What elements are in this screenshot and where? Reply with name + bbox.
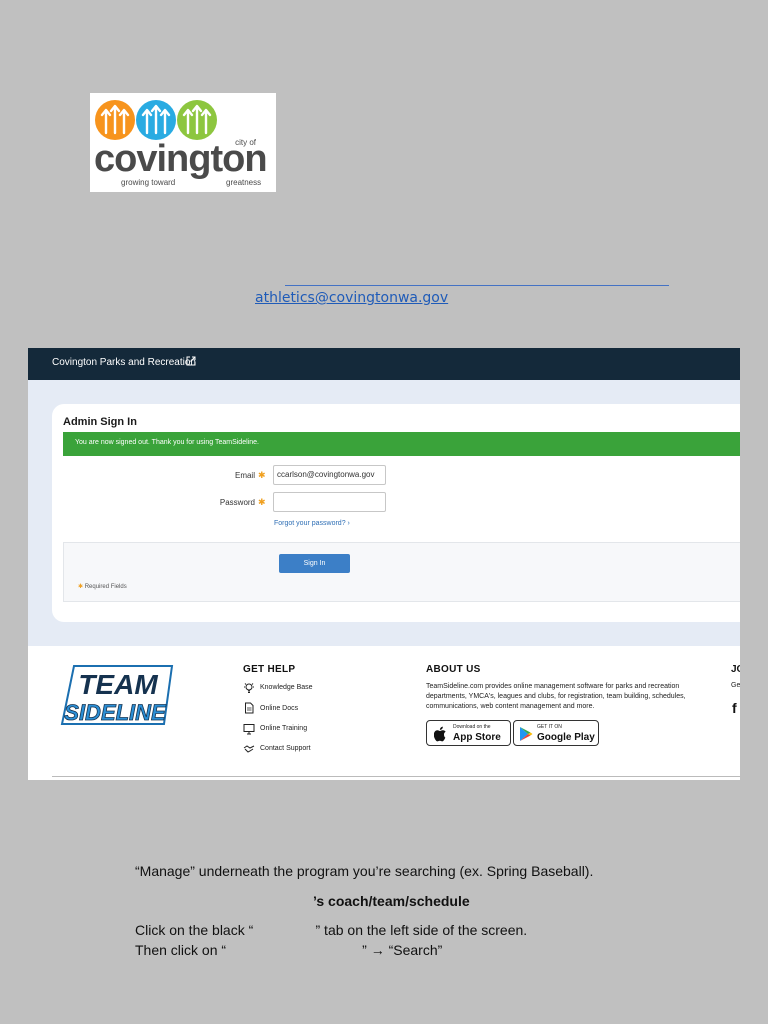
email-required-star: ✱ (258, 470, 266, 480)
third-column-heading: JO (731, 664, 740, 675)
logo-arrow-circles (95, 100, 217, 140)
sign-in-card: Admin Sign In You are now signed out. Th… (52, 404, 740, 622)
site-footer: TEAM SIDELINE GET HELP Knowledge Base On… (28, 646, 740, 780)
email-label: Email (234, 471, 255, 480)
about-us-heading: ABOUT US (426, 664, 481, 675)
footer-divider (52, 776, 740, 777)
email-field[interactable]: ccarlson@covingtonwa.gov (273, 465, 386, 485)
card-title: Admin Sign In (63, 416, 137, 428)
password-required-star: ✱ (258, 497, 266, 507)
logo-tagline-left: growing toward (121, 178, 176, 187)
hyperlink-underline (285, 285, 669, 286)
instruction-line-1: “Manage” underneath the program you’re s… (135, 863, 594, 879)
help-contact-support[interactable]: Contact Support (260, 745, 311, 752)
covington-logo: covington city of growing toward greatne… (90, 93, 276, 192)
brand-line2: SIDELINE (64, 700, 167, 725)
instruction-heading: ’s coach/team/schedule (313, 893, 470, 909)
help-knowledge-base[interactable]: Knowledge Base (260, 684, 313, 691)
instruction-line-4: Then click on “ ” → “Search” (135, 942, 443, 958)
about-us-text: TeamSideline.com provides online managem… (426, 683, 686, 710)
required-star: ✱ (78, 584, 84, 590)
sign-in-button[interactable]: Sign In (279, 554, 350, 573)
brand-line1: TEAM (78, 669, 158, 700)
monitor-icon (243, 724, 255, 735)
app-store-small: Download on the (453, 724, 491, 730)
document-icon (245, 702, 254, 714)
help-online-docs[interactable]: Online Docs (260, 705, 298, 712)
lightbulb-icon (244, 683, 254, 693)
required-fields-text: Required Fields (84, 584, 127, 590)
google-play-big: Google Play (537, 732, 595, 743)
password-label: Password (219, 498, 255, 507)
google-play-badge[interactable]: GET IT ON Google Play (513, 720, 599, 746)
third-column-text: Ge (731, 682, 740, 689)
help-online-training[interactable]: Online Training (260, 725, 307, 732)
facebook-icon[interactable]: f (732, 700, 737, 716)
site-name-link[interactable]: Covington Parks and Recreation (52, 357, 196, 368)
signed-out-alert: You are now signed out. Thank you for us… (63, 432, 740, 456)
external-link-icon[interactable] (186, 356, 196, 366)
apple-icon (434, 726, 446, 742)
app-store-badge[interactable]: Download on the App Store (426, 720, 511, 746)
instruction-line-3: Click on the black “ ” tab on the left s… (135, 922, 528, 938)
password-field[interactable] (273, 492, 386, 512)
contact-email-link[interactable]: athletics@covingtonwa.gov (255, 290, 448, 306)
logo-tagline-right: greatness (226, 178, 262, 187)
google-play-small: GET IT ON (537, 724, 562, 730)
support-handshake-icon (243, 745, 255, 753)
logo-city-of: city of (235, 138, 256, 147)
teamsideline-logo[interactable]: TEAM SIDELINE (60, 662, 174, 728)
teamsideline-screenshot: Covington Parks and Recreation Admin Sig… (28, 348, 740, 780)
sign-in-panel: Sign In ✱ Required Fields (63, 542, 740, 602)
app-store-big: App Store (453, 732, 501, 743)
required-fields-note: ✱ Required Fields (78, 583, 127, 590)
forgot-password-link[interactable]: Forgot your password? › (274, 520, 350, 527)
get-help-heading: GET HELP (243, 664, 296, 675)
google-play-icon (520, 727, 533, 741)
alert-text: You are now signed out. Thank you for us… (75, 439, 259, 446)
site-header: Covington Parks and Recreation (28, 348, 740, 380)
